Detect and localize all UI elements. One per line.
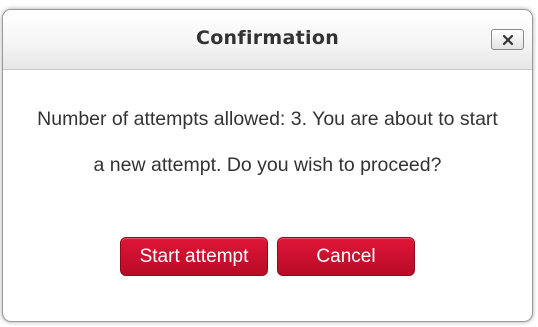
dialog-header: Confirmation bbox=[3, 10, 532, 70]
cancel-button[interactable]: Cancel bbox=[277, 237, 415, 276]
close-button[interactable] bbox=[491, 29, 524, 50]
dialog-buttons: Start attempt Cancel bbox=[3, 237, 532, 276]
dialog-message: Number of attempts allowed: 3. You are a… bbox=[37, 108, 498, 176]
dialog-title: Confirmation bbox=[195, 27, 340, 49]
close-icon bbox=[502, 34, 513, 45]
confirmation-dialog: Confirmation Number of attempts allowed:… bbox=[2, 9, 533, 322]
start-attempt-button[interactable]: Start attempt bbox=[120, 237, 268, 276]
